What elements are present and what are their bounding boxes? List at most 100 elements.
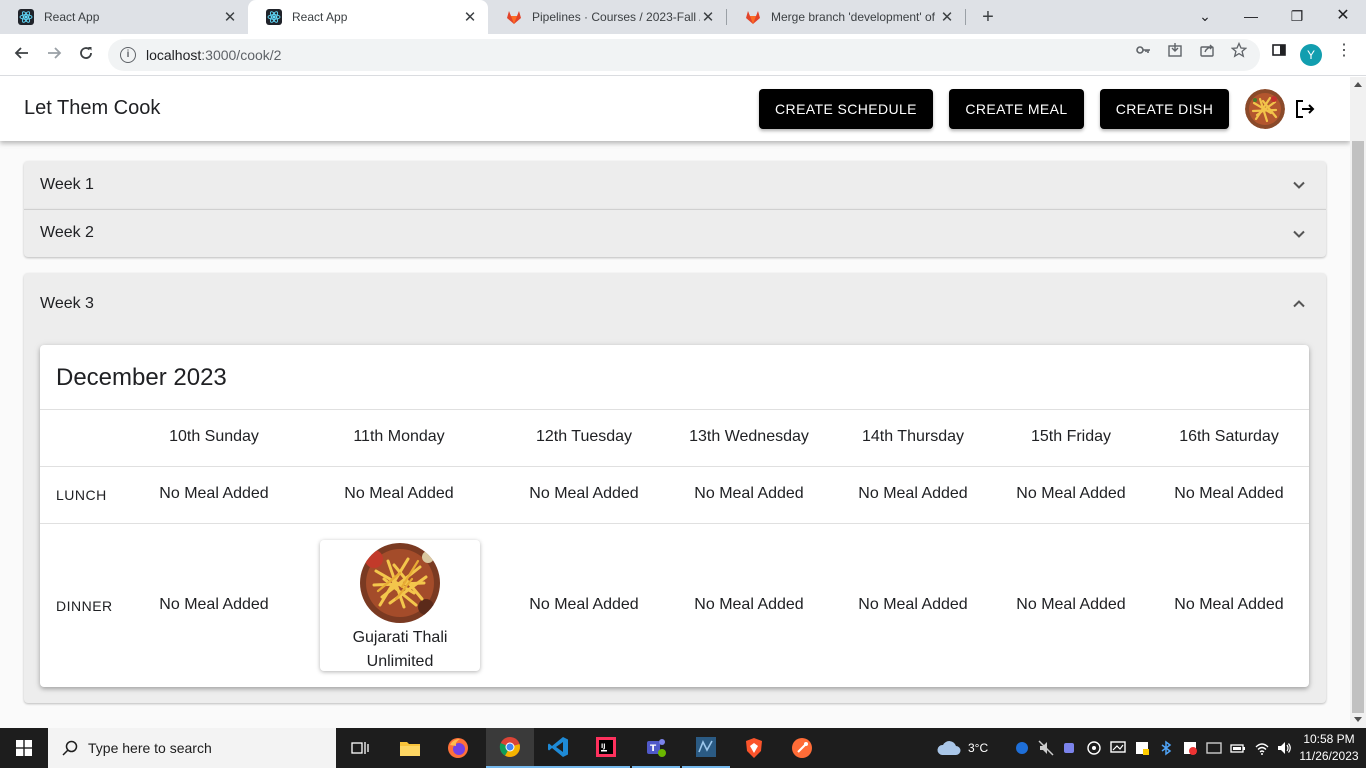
search-icon xyxy=(62,740,78,756)
new-tab-button[interactable]: + xyxy=(976,5,1000,29)
scroll-down-icon[interactable] xyxy=(1354,717,1362,722)
chrome-icon[interactable] xyxy=(486,728,534,768)
close-tab-icon[interactable]: ✕ xyxy=(462,8,478,26)
meal-cell: No Meal Added xyxy=(159,485,269,502)
wifi-icon[interactable] xyxy=(1254,740,1270,756)
meal-cell: No Meal Added xyxy=(529,485,639,502)
reload-icon[interactable] xyxy=(74,43,98,67)
week-accordion-1[interactable]: Week 1 xyxy=(24,161,1326,209)
day-header: 14th Thursday xyxy=(862,428,964,445)
day-header: 16th Saturday xyxy=(1179,428,1279,445)
minimize-icon[interactable]: — xyxy=(1228,4,1274,28)
address-bar[interactable]: i localhost:3000/cook/2 xyxy=(108,39,1260,71)
meal-cell: No Meal Added xyxy=(529,596,639,613)
install-icon[interactable] xyxy=(1166,42,1184,60)
lunch-label: LUNCH xyxy=(56,487,107,503)
week-label: Week 3 xyxy=(40,295,94,312)
browser-tab-2[interactable]: React App ✕ xyxy=(248,0,488,34)
restore-icon[interactable]: ❐ xyxy=(1274,4,1320,28)
collapse-chevron-icon[interactable] xyxy=(1292,297,1306,311)
mysql-workbench-icon[interactable] xyxy=(682,728,730,768)
svg-text:IJ: IJ xyxy=(601,743,605,750)
close-tab-icon[interactable]: ✕ xyxy=(222,8,238,26)
meal-image xyxy=(360,543,440,623)
meal-cell: No Meal Added xyxy=(1016,596,1126,613)
meal-cell: No Meal Added xyxy=(1016,485,1126,502)
firefox-icon[interactable] xyxy=(434,728,482,768)
taskbar-search-box[interactable]: Type here to search xyxy=(48,728,336,768)
menu-icon[interactable]: ⋮ xyxy=(1335,42,1353,60)
day-header: 11th Monday xyxy=(353,428,445,445)
weather-cloud-icon[interactable] xyxy=(936,740,962,756)
site-info-icon[interactable]: i xyxy=(120,47,136,63)
meal-cell: No Meal Added xyxy=(344,485,454,502)
clock-date: 11/26/2023 xyxy=(1299,749,1359,763)
windows-start-icon[interactable] xyxy=(0,728,48,768)
meal-cell: No Meal Added xyxy=(694,485,804,502)
browser-tray-icon[interactable] xyxy=(1014,740,1030,756)
close-tab-icon[interactable]: ✕ xyxy=(939,8,955,26)
battery-icon[interactable] xyxy=(1230,740,1246,756)
expand-chevron-icon[interactable] xyxy=(1292,178,1306,192)
close-window-icon[interactable]: ✕ xyxy=(1320,4,1366,28)
meal-cell: No Meal Added xyxy=(159,596,269,613)
weather-temp[interactable]: 3°C xyxy=(968,728,988,768)
meal-card[interactable]: Gujarati Thali Unlimited xyxy=(320,540,480,671)
page-content: Week 1 Week 2 Week 3 December 2023 10th … xyxy=(0,141,1350,728)
bookmark-star-icon[interactable] xyxy=(1230,41,1248,60)
monitor-tray-icon[interactable] xyxy=(1206,740,1222,756)
scrollbar-thumb[interactable] xyxy=(1352,141,1364,713)
week-label: Week 2 xyxy=(40,224,94,241)
dinner-label: DINNER xyxy=(56,598,113,614)
tab-title: React App xyxy=(292,10,348,24)
postman-icon[interactable] xyxy=(778,728,826,768)
month-title: December 2023 xyxy=(56,364,227,391)
svg-text:T: T xyxy=(650,744,657,754)
forward-icon[interactable] xyxy=(42,43,66,67)
expand-chevron-icon[interactable] xyxy=(1292,227,1306,241)
mute-icon[interactable] xyxy=(1038,740,1054,756)
network-tray-icon[interactable] xyxy=(1086,740,1102,756)
scroll-up-icon[interactable] xyxy=(1354,82,1362,87)
logout-icon[interactable] xyxy=(1293,97,1317,121)
week-label: Week 1 xyxy=(40,176,94,193)
bluetooth-icon[interactable] xyxy=(1158,740,1174,756)
browser-tab-4[interactable]: Merge branch 'development' of ✕ xyxy=(727,0,965,34)
file-explorer-icon[interactable] xyxy=(386,728,434,768)
profile-avatar[interactable]: Y xyxy=(1300,44,1322,66)
intellij-icon[interactable]: IJ xyxy=(582,728,630,768)
tab-title: Merge branch 'development' of xyxy=(771,10,936,24)
page-viewport: Let Them Cook CREATE SCHEDULE CREATE MEA… xyxy=(0,77,1350,728)
teams-icon[interactable]: T xyxy=(632,728,680,768)
volume-icon[interactable] xyxy=(1276,740,1292,756)
tab-search-icon[interactable]: ⌄ xyxy=(1182,4,1228,28)
display-tray-icon[interactable] xyxy=(1110,740,1126,756)
week-accordion-3[interactable]: Week 3 December 2023 10th Sunday 11th Mo… xyxy=(24,273,1326,703)
system-clock[interactable]: 10:58 PM 11/26/2023 xyxy=(1296,731,1362,765)
side-panel-icon[interactable] xyxy=(1270,42,1288,60)
week-accordion-2[interactable]: Week 2 xyxy=(24,209,1326,257)
day-header: 13th Wednesday xyxy=(689,428,809,445)
vscode-icon[interactable] xyxy=(534,728,582,768)
create-schedule-button[interactable]: CREATE SCHEDULE xyxy=(759,89,933,129)
back-icon[interactable] xyxy=(10,43,34,67)
create-meal-button[interactable]: CREATE MEAL xyxy=(949,89,1084,129)
task-view-icon[interactable] xyxy=(336,728,384,768)
page-scrollbar[interactable] xyxy=(1350,77,1366,728)
tab-title: React App xyxy=(44,10,100,24)
security-tray-icon[interactable] xyxy=(1134,740,1150,756)
user-avatar[interactable] xyxy=(1245,89,1285,129)
share-icon[interactable] xyxy=(1198,42,1216,60)
create-dish-button[interactable]: CREATE DISH xyxy=(1100,89,1229,129)
day-header: 15th Friday xyxy=(1030,428,1112,445)
antivirus-tray-icon[interactable] xyxy=(1182,740,1198,756)
react-icon xyxy=(266,9,282,25)
key-icon[interactable] xyxy=(1134,42,1152,60)
react-icon xyxy=(18,9,34,25)
browser-tab-3[interactable]: Pipelines · Courses / 2023-Fall / C ✕ xyxy=(488,0,726,34)
close-tab-icon[interactable]: ✕ xyxy=(700,8,716,26)
brave-icon[interactable] xyxy=(730,728,778,768)
search-placeholder: Type here to search xyxy=(88,740,212,756)
teams-tray-icon[interactable] xyxy=(1062,740,1078,756)
browser-tab-1[interactable]: React App ✕ xyxy=(0,0,248,34)
